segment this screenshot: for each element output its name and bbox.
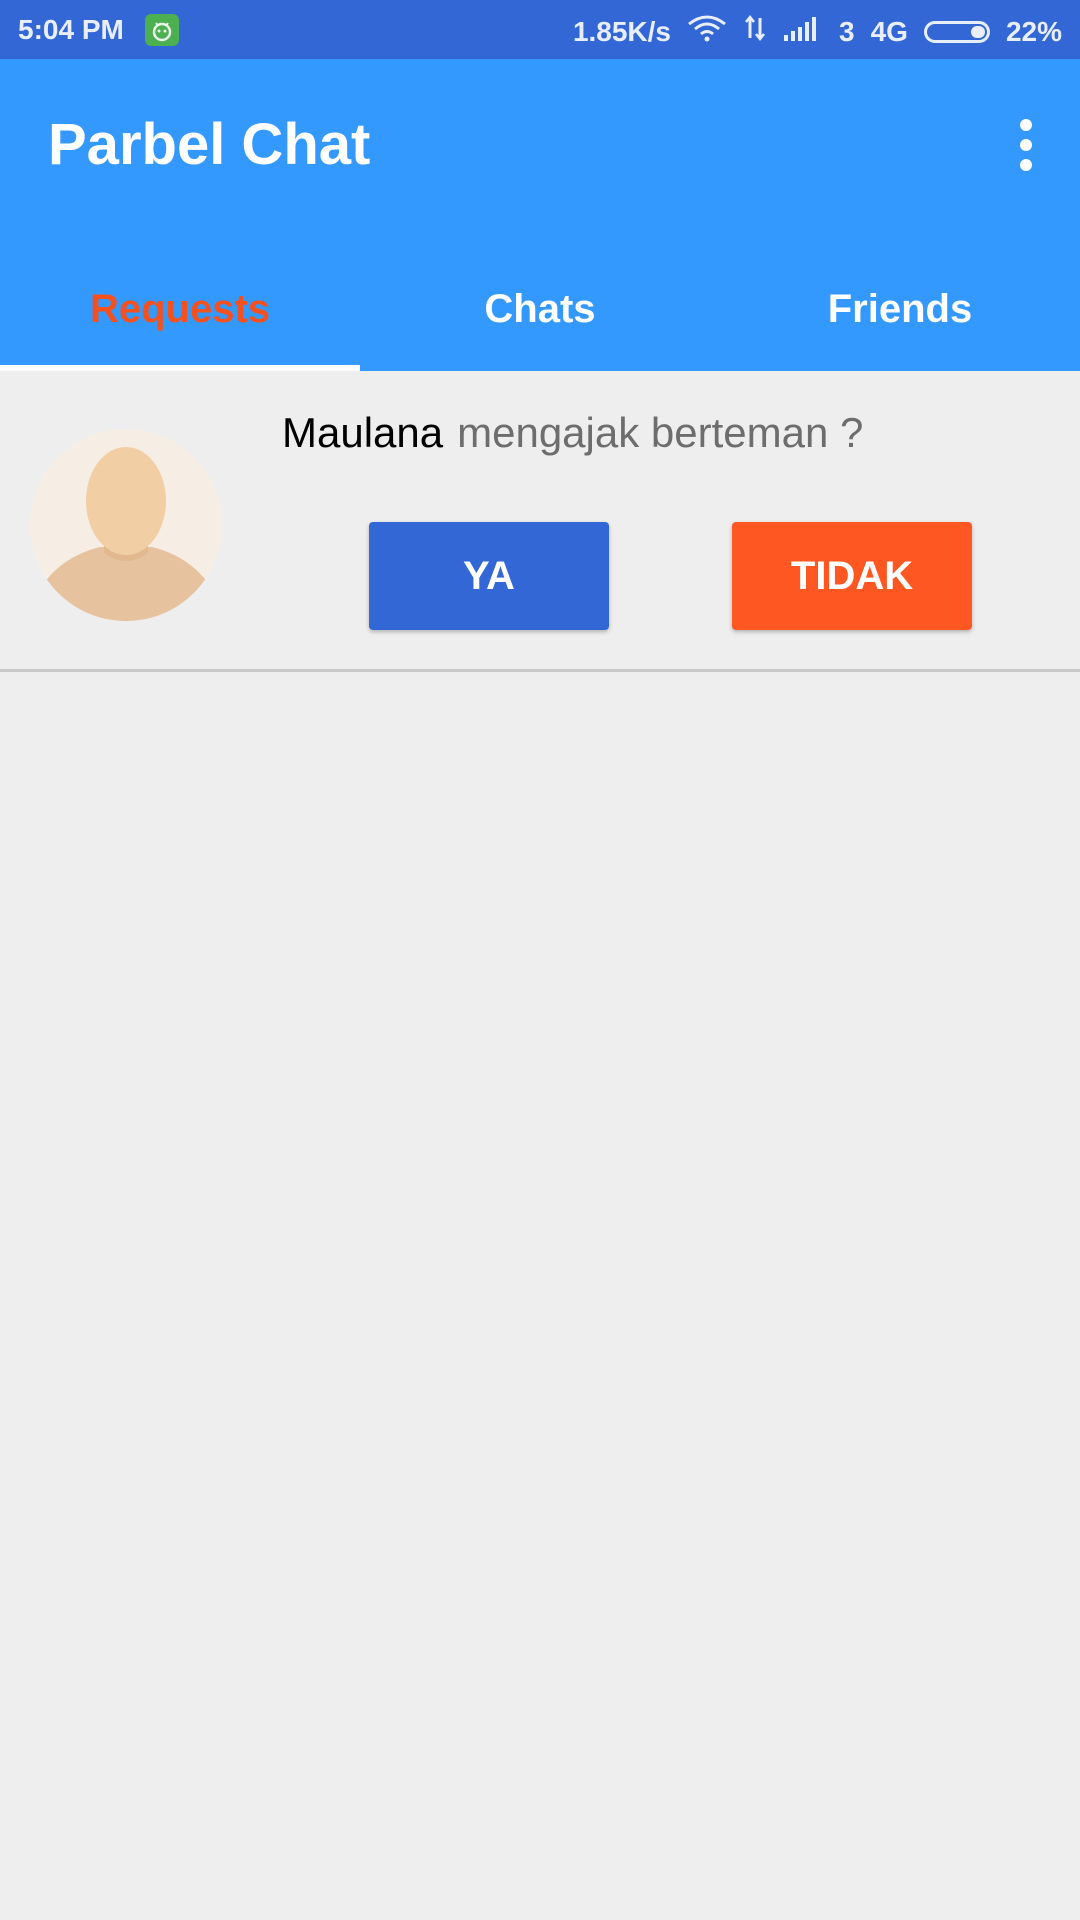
signal-icon xyxy=(783,15,823,48)
tab-bar: Requests Chats Friends xyxy=(0,273,1080,371)
tab-requests[interactable]: Requests xyxy=(0,273,360,371)
app-bar: Parbel Chat Requests Chats Friends xyxy=(0,59,1080,371)
request-text: Maulana mengajak berteman ? xyxy=(282,409,863,457)
android-notification-icon xyxy=(145,14,179,46)
accept-button[interactable]: YA xyxy=(369,522,609,630)
battery-percent: 22% xyxy=(1005,15,1062,47)
tab-friends[interactable]: Friends xyxy=(720,273,1080,371)
app-title: Parbel Chat xyxy=(48,112,371,177)
friend-request-item: Maulana mengajak berteman ? YA TIDAK xyxy=(0,371,1080,672)
wifi-icon xyxy=(687,14,727,49)
avatar[interactable] xyxy=(30,429,222,621)
net-speed: 1.85K/s xyxy=(572,15,672,47)
status-bar: 5:04 PM 1.85K/s 3 4G 22% xyxy=(0,0,1080,59)
data-transfer-icon xyxy=(743,14,767,49)
network-type: 4G xyxy=(870,15,908,47)
reject-button[interactable]: TIDAK xyxy=(732,522,972,630)
more-vert-icon[interactable] xyxy=(1002,109,1050,181)
tab-label: Friends xyxy=(827,287,973,331)
tab-label: Chats xyxy=(484,287,596,331)
request-message: mengajak berteman ? xyxy=(457,409,864,456)
status-time: 5:04 PM xyxy=(18,14,124,45)
requester-name: Maulana xyxy=(282,409,444,456)
carrier-indicator: 3 xyxy=(839,15,855,47)
tab-chats[interactable]: Chats xyxy=(360,273,720,371)
battery-icon xyxy=(923,20,990,43)
tab-label: Requests xyxy=(89,287,271,331)
